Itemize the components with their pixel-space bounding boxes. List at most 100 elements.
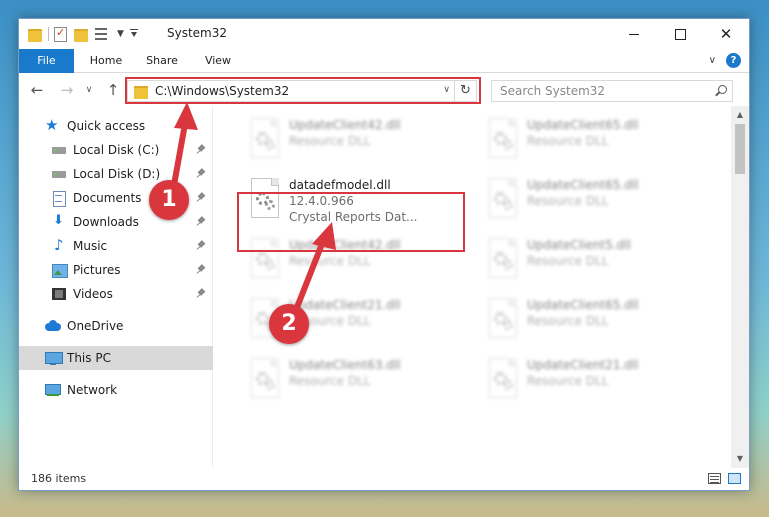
file-item[interactable]: UpdateClient65.dll Resource DLL bbox=[477, 292, 707, 344]
maximize-icon[interactable] bbox=[657, 19, 703, 49]
tab-view[interactable]: View bbox=[195, 49, 241, 73]
file-name: UpdateClient21.dll bbox=[289, 298, 401, 312]
toolbar-dropdown-icon[interactable]: ▼ bbox=[117, 29, 124, 39]
sidebar-item-onedrive[interactable]: OneDrive bbox=[19, 314, 213, 338]
sidebar-item-label: Pictures bbox=[73, 263, 121, 277]
expand-ribbon-icon[interactable]: ∨ bbox=[709, 55, 716, 66]
file-item[interactable]: UpdateClient21.dll Resource DLL bbox=[477, 352, 707, 404]
tab-home[interactable]: Home bbox=[81, 49, 131, 73]
file-name: UpdateClient65.dll bbox=[527, 298, 639, 312]
large-icons-view-icon[interactable] bbox=[728, 473, 741, 484]
sidebar-item-pictures[interactable]: Pictures bbox=[19, 258, 213, 282]
network-icon bbox=[45, 382, 61, 398]
scroll-up-icon[interactable]: ▲ bbox=[731, 106, 749, 124]
step-2-callout: 2 bbox=[269, 304, 309, 344]
music-icon bbox=[51, 236, 67, 254]
close-icon[interactable]: ✕ bbox=[703, 19, 749, 49]
scroll-thumb[interactable] bbox=[735, 124, 745, 174]
search-placeholder: Search System32 bbox=[500, 84, 606, 98]
file-item[interactable]: UpdateClient42.dll Resource DLL bbox=[239, 112, 469, 164]
file-item[interactable]: UpdateClient65.dll Resource DLL bbox=[477, 112, 707, 164]
sidebar-item-quick-access[interactable]: Quick access bbox=[19, 114, 213, 138]
tab-share[interactable]: Share bbox=[137, 49, 187, 73]
sidebar-item-downloads[interactable]: Downloads bbox=[19, 210, 213, 234]
sidebar-item-local-disk-d[interactable]: Local Disk (D:) bbox=[19, 162, 213, 186]
pin-icon[interactable] bbox=[197, 241, 207, 251]
file-description: Resource DLL bbox=[289, 254, 371, 268]
sidebar-item-label: OneDrive bbox=[67, 319, 124, 333]
pin-icon[interactable] bbox=[197, 193, 207, 203]
sidebar-item-network[interactable]: Network bbox=[19, 378, 213, 402]
file-description: Resource DLL bbox=[289, 374, 371, 388]
toolbar-divider bbox=[48, 27, 49, 41]
file-description: Resource DLL bbox=[289, 134, 371, 148]
recent-locations-icon[interactable]: ∨ bbox=[83, 80, 95, 100]
address-highlight-box bbox=[125, 77, 481, 104]
file-name: datadefmodel.dll bbox=[289, 178, 391, 192]
customize-toolbar-icon[interactable] bbox=[129, 29, 138, 39]
pictures-icon bbox=[51, 262, 68, 278]
up-arrow-icon[interactable]: ↑ bbox=[103, 80, 123, 100]
item-count: 186 items bbox=[31, 472, 87, 485]
vertical-scrollbar[interactable]: ▲ ▼ bbox=[731, 106, 749, 468]
disk-icon bbox=[51, 166, 67, 182]
quick-access-toolbar: ▼ bbox=[27, 25, 146, 43]
pin-icon[interactable] bbox=[197, 169, 207, 179]
back-arrow-icon[interactable]: ← bbox=[27, 80, 47, 100]
file-description: Resource DLL bbox=[527, 314, 609, 328]
file-item[interactable]: UpdateClient63.dll Resource DLL bbox=[239, 352, 469, 404]
help-icon[interactable]: ? bbox=[726, 53, 741, 68]
file-name: UpdateClient21.dll bbox=[527, 358, 639, 372]
pin-icon[interactable] bbox=[197, 217, 207, 227]
status-bar: 186 items bbox=[19, 468, 749, 490]
properties-check-icon[interactable] bbox=[54, 26, 67, 42]
folder-icon[interactable] bbox=[27, 26, 43, 42]
sidebar-item-this-pc[interactable]: This PC bbox=[19, 346, 213, 370]
window-title: System32 bbox=[167, 26, 228, 40]
search-icon[interactable] bbox=[715, 85, 727, 96]
videos-icon bbox=[51, 286, 67, 302]
sidebar-item-label: Quick access bbox=[67, 119, 146, 133]
file-name: UpdateClient65.dll bbox=[527, 178, 639, 192]
ribbon-tabs: File Home Share View ∨ ? bbox=[19, 49, 749, 73]
sidebar-item-videos[interactable]: Videos bbox=[19, 282, 213, 306]
details-view-icon[interactable] bbox=[708, 473, 721, 484]
step-1-callout: 1 bbox=[149, 180, 189, 220]
tab-file[interactable]: File bbox=[19, 49, 74, 73]
dll-file-icon bbox=[247, 118, 283, 162]
new-folder-icon[interactable] bbox=[73, 26, 89, 42]
sidebar-item-label: Music bbox=[73, 239, 108, 253]
downloads-icon bbox=[51, 213, 67, 230]
file-item[interactable]: UpdateClient5.dll Resource DLL bbox=[477, 232, 707, 284]
file-description: Resource DLL bbox=[527, 374, 609, 388]
dll-file-icon bbox=[485, 118, 521, 162]
dll-file-icon bbox=[485, 238, 521, 282]
dll-file-icon bbox=[485, 178, 521, 222]
window-controls: ✕ bbox=[611, 19, 749, 49]
title-bar: ▼ System32 ✕ bbox=[19, 19, 749, 49]
navigation-pane: Quick access Local Disk (C:) Local Disk … bbox=[19, 106, 213, 468]
ribbon-right-controls: ∨ ? bbox=[709, 53, 741, 68]
file-item[interactable]: UpdateClient65.dll Resource DLL bbox=[477, 172, 707, 224]
documents-icon bbox=[51, 190, 67, 207]
minimize-icon[interactable] bbox=[611, 19, 657, 49]
file-description: Resource DLL bbox=[527, 194, 609, 208]
scroll-down-icon[interactable]: ▼ bbox=[731, 450, 749, 468]
dll-file-icon bbox=[485, 358, 521, 402]
pin-icon[interactable] bbox=[197, 145, 207, 155]
forward-arrow-icon[interactable]: → bbox=[57, 80, 77, 100]
navigation-bar: ← → ∨ ↑ C:\Windows\System32 ∨ ↻ Search S… bbox=[19, 74, 749, 106]
star-icon bbox=[45, 116, 61, 134]
sidebar-item-music[interactable]: Music bbox=[19, 234, 213, 258]
dll-file-icon bbox=[485, 298, 521, 342]
pin-icon[interactable] bbox=[197, 289, 207, 299]
file-name: UpdateClient42.dll bbox=[289, 118, 401, 132]
file-list: UpdateClient42.dll Resource DLL datadefm… bbox=[215, 106, 731, 468]
this-pc-icon bbox=[45, 350, 63, 366]
sidebar-item-local-disk-c[interactable]: Local Disk (C:) bbox=[19, 138, 213, 162]
sidebar-item-label: Network bbox=[67, 383, 118, 397]
search-input[interactable]: Search System32 bbox=[491, 80, 733, 102]
file-explorer-window: ▼ System32 ✕ File Home Share View ∨ ? ← … bbox=[18, 18, 750, 491]
view-properties-icon[interactable] bbox=[95, 26, 111, 42]
pin-icon[interactable] bbox=[197, 265, 207, 275]
